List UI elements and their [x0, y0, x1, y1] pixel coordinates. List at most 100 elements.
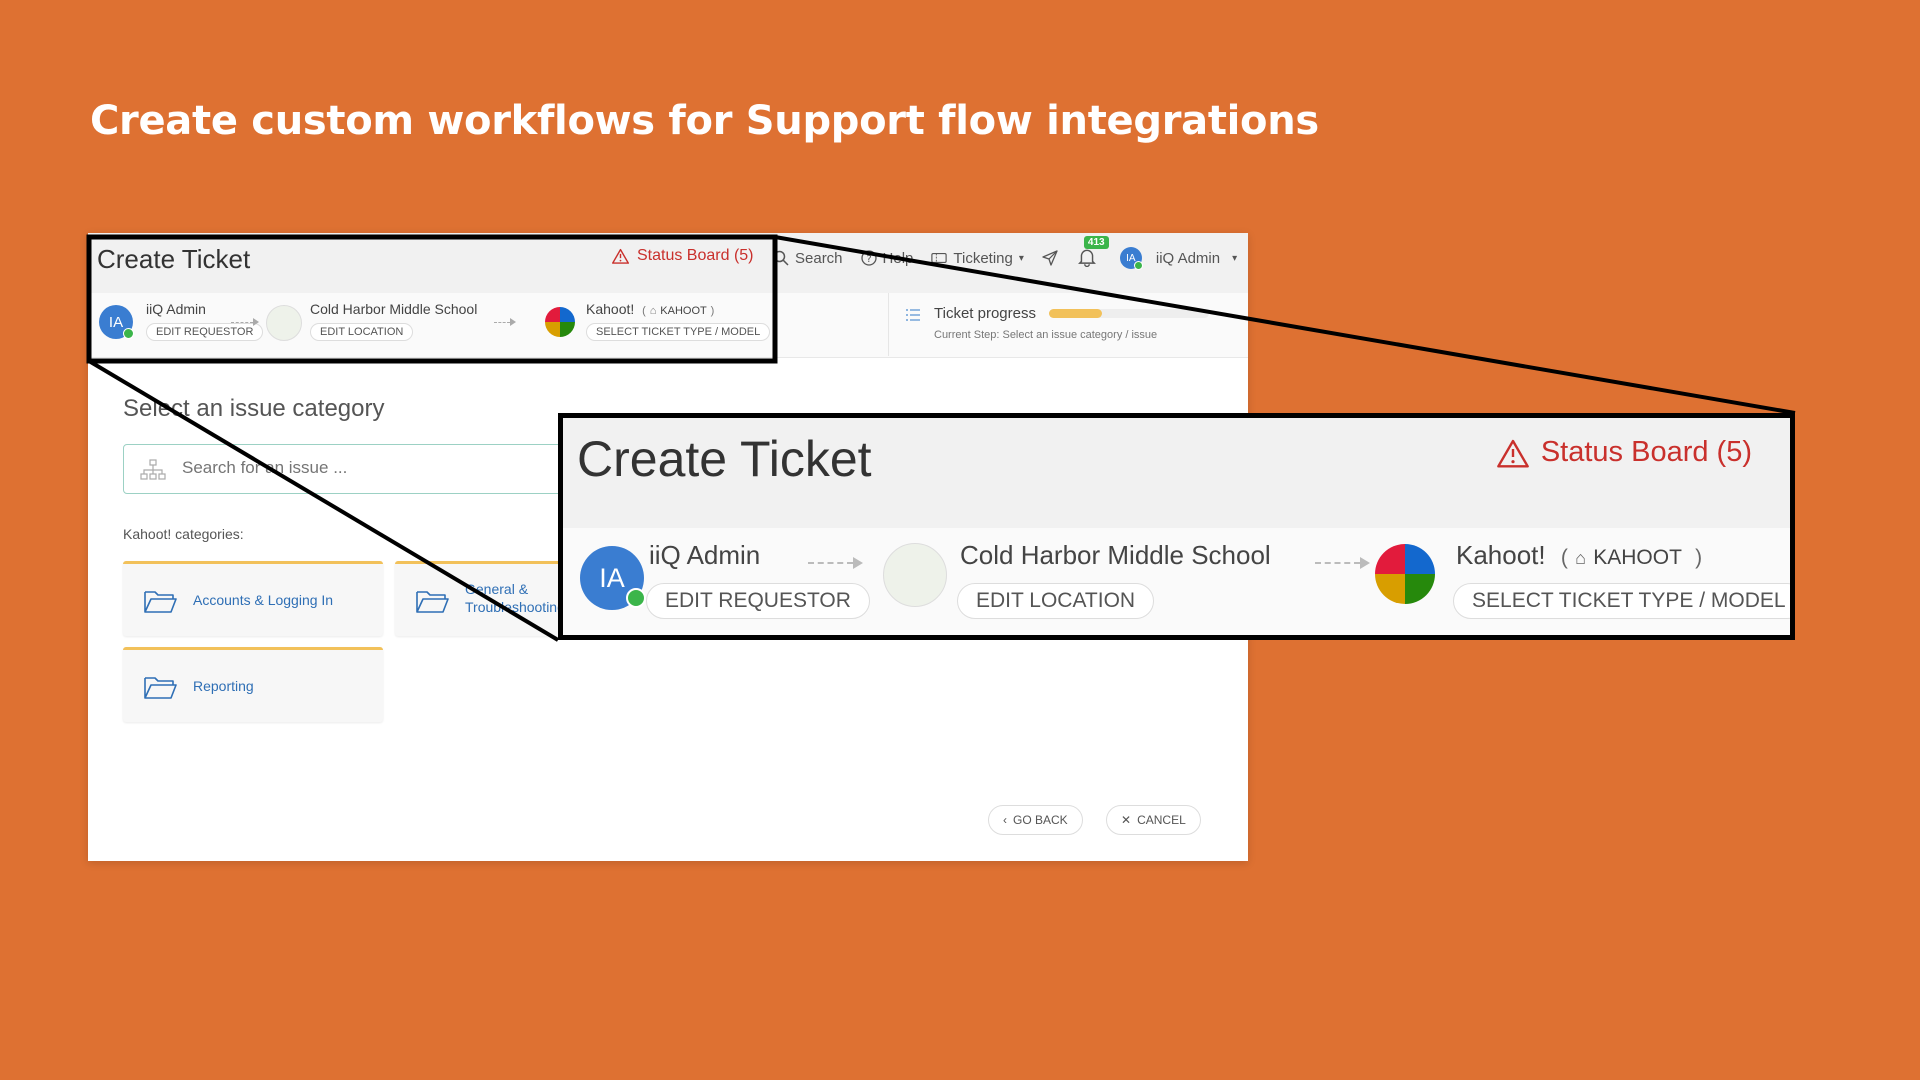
categories-label: Kahoot! categories:	[123, 526, 244, 542]
user-menu-name[interactable]: iiQ Admin	[1156, 250, 1220, 267]
zoom-product-tag: KAHOOT	[1593, 546, 1682, 569]
breadcrumb: IA iiQ Admin EDIT REQUESTOR Cold Harbor …	[88, 293, 1248, 358]
issue-search-input[interactable]	[180, 457, 544, 479]
requestor-avatar: IA	[99, 305, 134, 339]
arrow-right-icon	[1315, 557, 1370, 569]
kahoot-logo	[545, 307, 575, 337]
edit-location-button[interactable]: EDIT LOCATION	[310, 323, 414, 341]
zoom-product-open-paren: (	[1560, 546, 1568, 569]
zoom-crumb-requestor: iiQ Admin EDIT REQUESTOR	[646, 540, 870, 619]
tag-icon: ⌂	[649, 305, 657, 317]
zoom-header: Create Ticket Status Board (5)	[563, 418, 1790, 528]
product-close-paren: )	[710, 305, 715, 317]
chevron-left-icon: ‹	[1003, 813, 1007, 827]
crumb-requestor: iiQ Admin EDIT REQUESTOR	[146, 301, 264, 341]
chevron-down-icon: ▾	[1018, 252, 1024, 264]
user-avatar[interactable]: IA	[1119, 247, 1143, 270]
svg-text:?: ?	[866, 254, 871, 265]
zoom-select-ticket-type-button[interactable]: SELECT TICKET TYPE / MODEL	[1453, 583, 1790, 619]
progress-label: Ticket progress	[934, 305, 1036, 322]
product-open-paren: (	[642, 305, 646, 317]
folder-open-icon	[144, 591, 177, 613]
product-name: Kahoot!	[586, 301, 635, 317]
zoom-requestor-avatar: IA	[580, 546, 646, 610]
zoom-page-title: Create Ticket	[577, 431, 872, 487]
page-title: Create Ticket	[97, 244, 251, 274]
chevron-down-icon[interactable]: ▾	[1232, 253, 1237, 264]
status-board-label: Status Board (5)	[637, 247, 754, 264]
zoom-school-logo	[883, 543, 947, 607]
cancel-label: CANCEL	[1137, 813, 1186, 827]
category-card[interactable]: Accounts & Logging In	[123, 561, 383, 636]
list-icon	[906, 309, 920, 321]
folder-open-icon	[416, 591, 449, 613]
zoom-requestor-initials: IA	[599, 562, 625, 593]
online-status-dot	[626, 588, 646, 608]
zoom-panel: Create Ticket Status Board (5) IA iiQ Ad…	[558, 413, 1795, 640]
requestor-name: iiQ Admin	[146, 301, 206, 317]
select-ticket-type-button[interactable]: SELECT TICKET TYPE / MODEL	[586, 323, 771, 341]
hierarchy-icon	[140, 459, 166, 480]
progress-current-step: Current Step: Select an issue category /…	[934, 329, 1158, 341]
zoom-product-name: Kahoot!	[1456, 540, 1546, 570]
location-name: Cold Harbor Middle School	[310, 301, 478, 317]
zoom-product-line: Kahoot! ( ⌂ KAHOOT )	[1456, 540, 1790, 571]
zoom-crumb-product: Kahoot! ( ⌂ KAHOOT ) SELECT TICKET TYPE …	[1453, 540, 1790, 619]
zoom-crumb-location: Cold Harbor Middle School EDIT LOCATION	[957, 540, 1271, 619]
category-label: Reporting	[193, 678, 254, 694]
issue-search-box[interactable]	[123, 444, 565, 494]
go-back-label: GO BACK	[1013, 813, 1068, 827]
progress-fill	[1049, 309, 1102, 318]
notification-badge: 413	[1083, 236, 1109, 249]
zoom-breadcrumb: IA iiQ Admin EDIT REQUESTOR Cold Harbor …	[563, 528, 1790, 635]
nav-help[interactable]: ? Help	[860, 249, 914, 267]
status-board-link[interactable]: Status Board (5)	[612, 247, 754, 265]
arrow-right-icon	[808, 557, 863, 569]
school-logo	[266, 305, 302, 341]
tag-icon: ⌂	[1575, 548, 1586, 568]
zoom-kahoot-logo	[1375, 544, 1435, 604]
close-icon: ✕	[1121, 813, 1132, 827]
zoom-product-close-paren: )	[1695, 546, 1703, 569]
zoom-edit-location-button[interactable]: EDIT LOCATION	[957, 583, 1155, 619]
category-label: General & Troubleshooting	[465, 581, 565, 615]
progress-bar	[1049, 309, 1209, 318]
issue-category-heading: Select an issue category	[123, 395, 385, 422]
product-tag: KAHOOT	[660, 305, 707, 317]
zoom-status-board-label: Status Board (5)	[1540, 436, 1752, 468]
app-header: Create Ticket Status Board (5) Search ? …	[88, 233, 1248, 293]
zoom-location-name: Cold Harbor Middle School	[960, 540, 1271, 570]
online-status-dot	[123, 328, 134, 339]
nav-ticketing-label: Ticketing	[953, 249, 1013, 267]
search-icon	[773, 250, 789, 266]
zoom-edit-requestor-button[interactable]: EDIT REQUESTOR	[646, 583, 870, 619]
crumb-location: Cold Harbor Middle School EDIT LOCATION	[310, 301, 477, 341]
ticket-icon	[931, 252, 948, 264]
arrow-right-icon	[494, 318, 516, 326]
zoom-status-board-link[interactable]: Status Board (5)	[1496, 436, 1752, 469]
slide-title: Create custom workflows for Support flow…	[90, 98, 1319, 144]
send-icon[interactable]	[1042, 250, 1058, 266]
nav-search[interactable]: Search	[773, 250, 843, 267]
requestor-initials: IA	[108, 313, 124, 331]
arrow-right-icon	[231, 318, 259, 326]
zoom-requestor-name: iiQ Admin	[649, 540, 761, 570]
help-circle-icon: ?	[860, 250, 877, 266]
top-nav: Search ? Help Ticketing ▾ 413 IA iiQ Adm…	[773, 236, 1237, 270]
warning-triangle-icon	[612, 248, 629, 264]
edit-requestor-button[interactable]: EDIT REQUESTOR	[146, 323, 264, 341]
ticket-progress: Ticket progress Current Step: Select an …	[888, 293, 1248, 356]
product-line: Kahoot! ( ⌂ KAHOOT )	[586, 301, 770, 317]
folder-open-icon	[144, 677, 177, 699]
category-card[interactable]: Reporting	[123, 647, 383, 722]
cancel-button[interactable]: ✕ CANCEL	[1106, 805, 1201, 835]
go-back-button[interactable]: ‹ GO BACK	[988, 805, 1083, 835]
crumb-product: Kahoot! ( ⌂ KAHOOT ) SELECT TICKET TYPE …	[586, 301, 771, 341]
bell-icon	[1077, 249, 1096, 268]
category-label: Accounts & Logging In	[193, 592, 334, 608]
nav-help-label: Help	[882, 249, 914, 267]
nav-ticketing[interactable]: Ticketing ▾	[931, 250, 1024, 267]
nav-search-label: Search	[795, 249, 843, 267]
notifications-button[interactable]: 413	[1077, 236, 1109, 269]
warning-triangle-icon	[1496, 439, 1529, 468]
